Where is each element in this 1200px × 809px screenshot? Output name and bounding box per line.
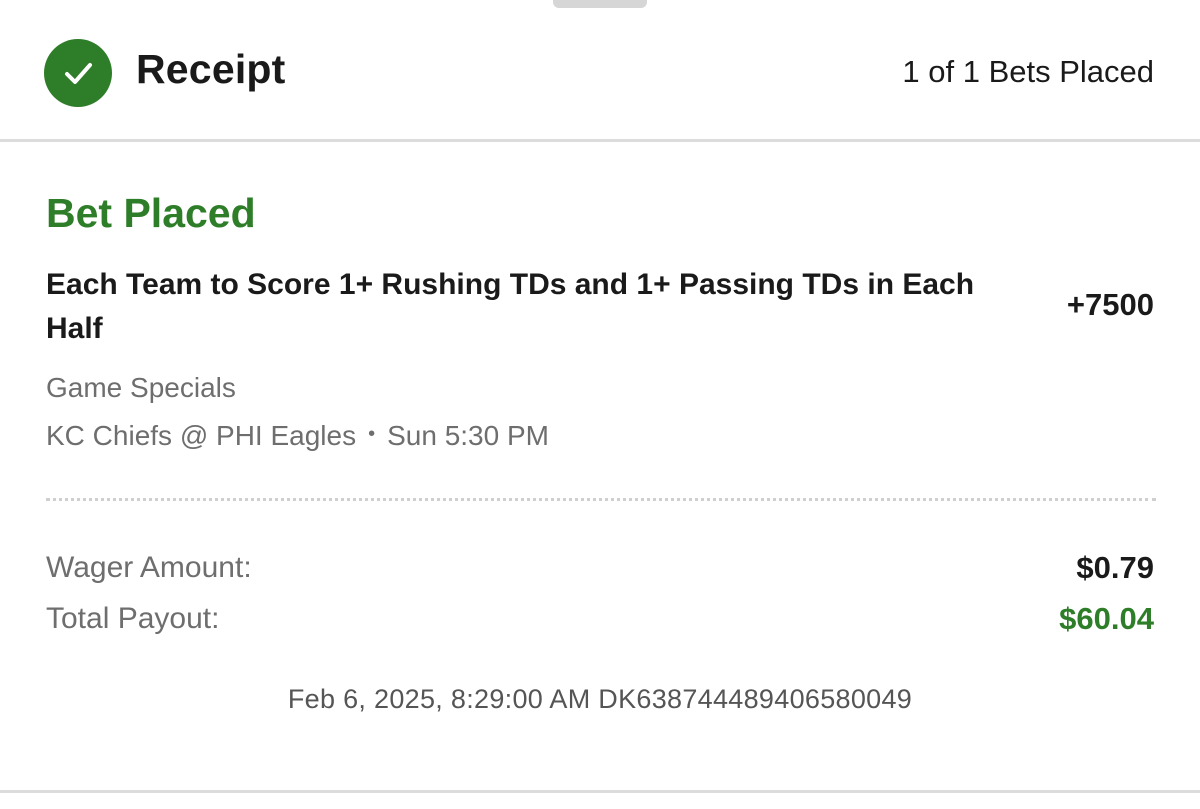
bullet-separator: •	[368, 423, 376, 446]
wager-amount-label: Wager Amount:	[46, 551, 252, 584]
event-info: KC Chiefs @ PHI Eagles • Sun 5:30 PM	[46, 420, 549, 452]
bet-odds: +7500	[1066, 287, 1154, 322]
footer-divider	[0, 790, 1200, 793]
wager-amount-value: $0.79	[1076, 550, 1154, 585]
total-payout-value: $60.04	[1059, 601, 1154, 636]
receipt-sheet: Receipt 1 of 1 Bets Placed Bet Placed Ea…	[0, 0, 1200, 809]
check-circle-icon	[44, 39, 112, 107]
event-time: Sun 5:30 PM	[387, 420, 549, 451]
bet-selection-title: Each Team to Score 1+ Rushing TDs and 1+…	[46, 268, 975, 345]
total-payout-label: Total Payout:	[46, 602, 220, 635]
dotted-divider	[46, 498, 1156, 501]
receipt-title: Receipt	[136, 46, 286, 92]
receipt-header: Receipt 1 of 1 Bets Placed	[0, 0, 1200, 140]
bets-placed-count: 1 of 1 Bets Placed	[902, 54, 1154, 89]
header-divider	[0, 139, 1200, 142]
event-matchup: KC Chiefs @ PHI Eagles	[46, 420, 357, 451]
bet-status: Bet Placed	[46, 190, 256, 236]
bet-category: Game Specials	[46, 372, 236, 403]
bet-timestamp-id: Feb 6, 2025, 8:29:00 AM DK63874448940658…	[287, 684, 913, 714]
